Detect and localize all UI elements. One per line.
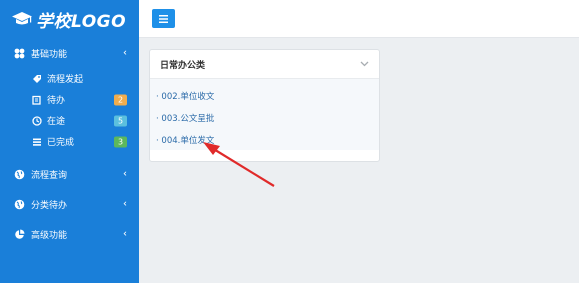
link-text: 003.公文呈批 xyxy=(161,114,215,124)
edit-icon xyxy=(31,94,42,105)
tag-icon xyxy=(31,73,42,84)
sidebar-group-basic[interactable]: 基础功能 ‹ xyxy=(0,38,139,68)
link-text: 002.单位收文 xyxy=(161,92,215,102)
globe-icon xyxy=(13,198,25,210)
sidebar-group-advanced[interactable]: 高级功能 ‹ xyxy=(0,219,139,249)
top-navbar xyxy=(139,0,579,38)
sidebar-item-in-progress[interactable]: 在途 5 xyxy=(0,110,139,131)
logo-text: 学校LOGO xyxy=(36,11,127,32)
sidebar-item-label: 在途 xyxy=(47,117,66,127)
chevron-left-icon: ‹ xyxy=(123,47,127,59)
sidebar: 学校LOGO 基础功能 ‹ 流程发起 待办 2 在途 5 已完成 3 流程查询 … xyxy=(0,0,139,283)
clock-icon xyxy=(31,115,42,126)
pie-chart-icon xyxy=(13,228,25,240)
panel-body: · 002.单位收文 · 003.公文呈批 · 004.单位发文 xyxy=(150,79,379,150)
globe-icon xyxy=(13,168,25,180)
gears-icon xyxy=(13,47,25,59)
list-icon xyxy=(31,136,42,147)
sidebar-group-label: 分类待办 xyxy=(31,200,68,211)
sidebar-item-todo[interactable]: 待办 2 xyxy=(0,89,139,110)
daily-office-panel: 日常办公类 · 002.单位收文 · 003.公文呈批 · 004.单位发文 xyxy=(149,49,380,162)
todo-count-badge: 2 xyxy=(114,94,127,105)
hamburger-icon xyxy=(159,14,168,23)
sidebar-item-label: 已完成 xyxy=(47,138,75,148)
sidebar-item-start-process[interactable]: 流程发起 xyxy=(0,68,139,89)
completed-count-badge: 3 xyxy=(114,136,127,147)
process-link-outgoing-document[interactable]: · 004.单位发文 xyxy=(150,130,379,152)
chevron-left-icon: ‹ xyxy=(123,168,127,180)
sidebar-group-category-todo[interactable]: 分类待办 ‹ xyxy=(0,189,139,219)
sidebar-group-process-query[interactable]: 流程查询 ‹ xyxy=(0,159,139,189)
chevron-left-icon: ‹ xyxy=(123,198,127,210)
graduation-cap-icon xyxy=(12,12,32,25)
sidebar-group-label: 基础功能 xyxy=(31,49,68,60)
collapse-chevron-icon[interactable] xyxy=(358,59,370,69)
sidebar-group-label: 流程查询 xyxy=(31,170,68,181)
sidebar-toggle-button[interactable] xyxy=(152,9,175,28)
sidebar-item-label: 流程发起 xyxy=(47,75,84,85)
sidebar-item-label: 待办 xyxy=(47,96,66,106)
process-link-document-approval[interactable]: · 003.公文呈批 xyxy=(150,108,379,130)
process-link-incoming-document[interactable]: · 002.单位收文 xyxy=(150,86,379,108)
school-logo[interactable]: 学校LOGO xyxy=(0,0,139,38)
sidebar-item-completed[interactable]: 已完成 3 xyxy=(0,131,139,152)
link-text: 004.单位发文 xyxy=(161,136,215,146)
panel-header: 日常办公类 xyxy=(150,50,379,79)
sidebar-menu: 基础功能 ‹ 流程发起 待办 2 在途 5 已完成 3 流程查询 ‹ 分类待办 … xyxy=(0,38,139,249)
sidebar-group-label: 高级功能 xyxy=(31,230,68,241)
chevron-left-icon: ‹ xyxy=(123,228,127,240)
in-progress-count-badge: 5 xyxy=(114,115,127,126)
panel-title: 日常办公类 xyxy=(160,60,206,71)
